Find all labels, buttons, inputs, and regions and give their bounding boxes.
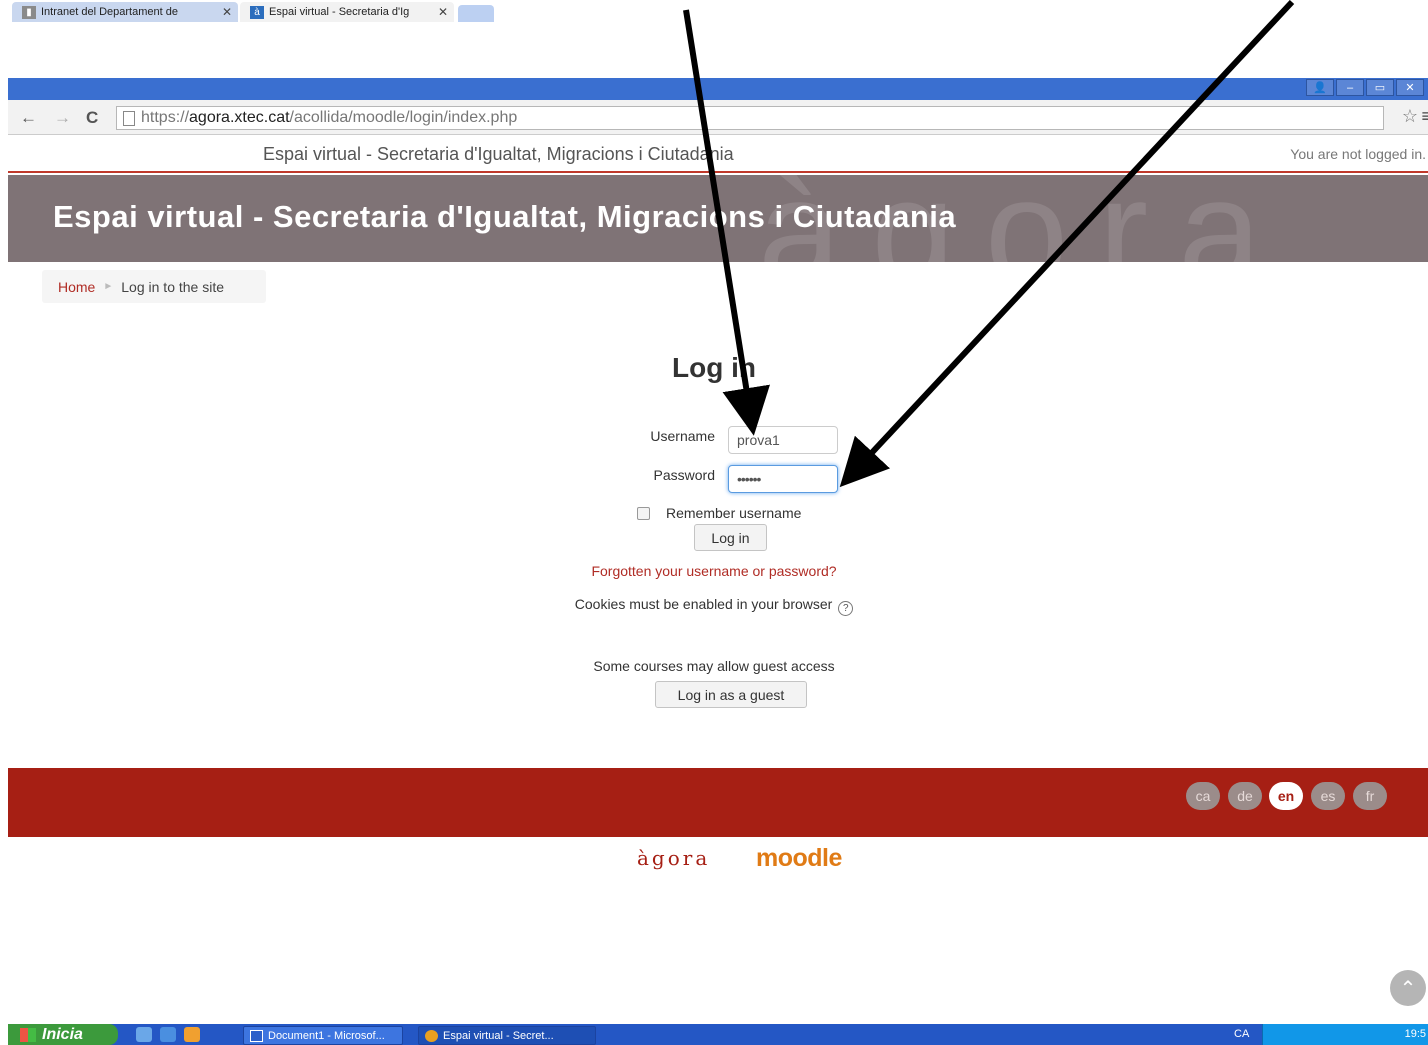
language-fr[interactable]: fr bbox=[1353, 782, 1387, 810]
taskbar-item-word[interactable]: Document1 - Microsof... bbox=[243, 1026, 403, 1045]
bookmark-star-icon[interactable]: ☆ bbox=[1402, 106, 1418, 127]
login-button[interactable]: Log in bbox=[694, 524, 767, 551]
remember-username-row: Remember username bbox=[637, 505, 801, 521]
cookies-text: Cookies must be enabled in your browser bbox=[574, 596, 833, 612]
url-field[interactable]: https://agora.xtec.cat/acollida/moodle/l… bbox=[116, 106, 1384, 130]
browser-tab-intranet[interactable]: ▮ Intranet del Departament de ✕ bbox=[12, 2, 238, 22]
reload-icon[interactable]: C bbox=[86, 108, 98, 128]
remember-username-label: Remember username bbox=[666, 505, 802, 521]
quicklaunch-ie-icon[interactable] bbox=[160, 1027, 176, 1042]
windows-logo-icon bbox=[20, 1027, 36, 1042]
language-en[interactable]: en bbox=[1269, 782, 1303, 810]
new-tab-button[interactable] bbox=[458, 5, 494, 22]
url-scheme: https:// bbox=[141, 109, 190, 126]
taskbar-item-chrome[interactable]: Espai virtual - Secret... bbox=[418, 1026, 596, 1045]
close-window-icon[interactable]: ✕ bbox=[1396, 79, 1424, 96]
guest-access-text: Some courses may allow guest access bbox=[593, 658, 835, 674]
url-host: agora.xtec.cat bbox=[189, 109, 290, 126]
agora-logo[interactable]: àgora bbox=[637, 846, 710, 870]
user-icon[interactable]: 👤 bbox=[1306, 79, 1334, 96]
start-button[interactable]: Inicia bbox=[8, 1024, 118, 1045]
language-es[interactable]: es bbox=[1311, 782, 1345, 810]
keyboard-language-indicator[interactable]: CA bbox=[1234, 1028, 1249, 1040]
forward-arrow-icon[interactable]: → bbox=[54, 108, 71, 128]
close-icon[interactable]: ✕ bbox=[438, 5, 448, 19]
password-input[interactable]: •••••• bbox=[728, 465, 838, 493]
moodle-logo[interactable]: moodle bbox=[756, 844, 842, 873]
language-ca[interactable]: ca bbox=[1186, 782, 1220, 810]
login-heading: Log in bbox=[672, 352, 756, 383]
forgot-password-link[interactable]: Forgotten your username or password? bbox=[0, 563, 1428, 579]
restore-icon[interactable]: ▭ bbox=[1366, 79, 1394, 96]
tab-title: Intranet del Departament de bbox=[41, 6, 178, 18]
url-path: /acollida/moodle/login/index.php bbox=[289, 109, 518, 126]
word-icon bbox=[250, 1029, 263, 1042]
taskbar-item-label: Espai virtual - Secret... bbox=[443, 1029, 554, 1042]
quicklaunch-desktop-icon[interactable] bbox=[136, 1027, 152, 1042]
minimize-icon[interactable]: – bbox=[1336, 79, 1364, 96]
remember-username-checkbox[interactable] bbox=[637, 506, 650, 520]
page-header: àgora Espai virtual - Secretaria d'Igual… bbox=[8, 175, 1428, 262]
start-label: Inicia bbox=[42, 1025, 83, 1043]
window-controls: 👤 – ▭ ✕ bbox=[1306, 79, 1424, 96]
site-top-bar: Espai virtual - Secretaria d'Igualtat, M… bbox=[8, 135, 1428, 173]
taskbar-item-label: Document1 - Microsof... bbox=[268, 1029, 385, 1042]
site-short-name[interactable]: Espai virtual - Secretaria d'Igualtat, M… bbox=[263, 144, 734, 165]
browser-tab-bar bbox=[8, 78, 1428, 100]
cookies-notice: Cookies must be enabled in your browser … bbox=[0, 596, 1428, 616]
username-input[interactable]: prova1 bbox=[728, 426, 838, 454]
close-icon[interactable]: ✕ bbox=[222, 5, 232, 19]
breadcrumb-current: Log in to the site bbox=[121, 278, 225, 295]
chrome-icon bbox=[425, 1029, 438, 1042]
address-bar-row: ← → C https://agora.xtec.cat/acollida/mo… bbox=[8, 100, 1428, 135]
tab-title: Espai virtual - Secretaria d'Ig bbox=[269, 6, 410, 18]
clock[interactable]: 19:5 bbox=[1405, 1028, 1426, 1040]
guest-login-button[interactable]: Log in as a guest bbox=[655, 681, 807, 708]
language-de[interactable]: de bbox=[1228, 782, 1262, 810]
intranet-favicon-icon: ▮ bbox=[22, 5, 36, 19]
breadcrumb-separator-icon: ► bbox=[103, 281, 114, 292]
login-info: You are not logged in. bbox=[1290, 146, 1426, 162]
scroll-to-top-icon[interactable]: ⌃ bbox=[1390, 970, 1426, 1006]
os-taskbar bbox=[8, 1024, 1428, 1045]
browser-tab-espai-virtual[interactable]: à Espai virtual - Secretaria d'Ig ✕ bbox=[240, 2, 454, 22]
password-label: Password bbox=[653, 467, 715, 483]
menu-icon[interactable]: ≡ bbox=[1421, 106, 1428, 127]
back-arrow-icon[interactable]: ← bbox=[20, 108, 37, 128]
breadcrumb-home-link[interactable]: Home bbox=[58, 279, 95, 295]
system-tray: 19:5 bbox=[1262, 1024, 1428, 1045]
agora-favicon-icon: à bbox=[250, 5, 264, 19]
page-icon bbox=[123, 110, 135, 126]
quicklaunch-outlook-icon[interactable] bbox=[184, 1027, 200, 1042]
page-title: Espai virtual - Secretaria d'Igualtat, M… bbox=[53, 199, 957, 234]
username-label: Username bbox=[650, 428, 715, 444]
breadcrumb: Home ► Log in to the site bbox=[42, 270, 266, 303]
help-icon[interactable]: ? bbox=[838, 601, 854, 616]
